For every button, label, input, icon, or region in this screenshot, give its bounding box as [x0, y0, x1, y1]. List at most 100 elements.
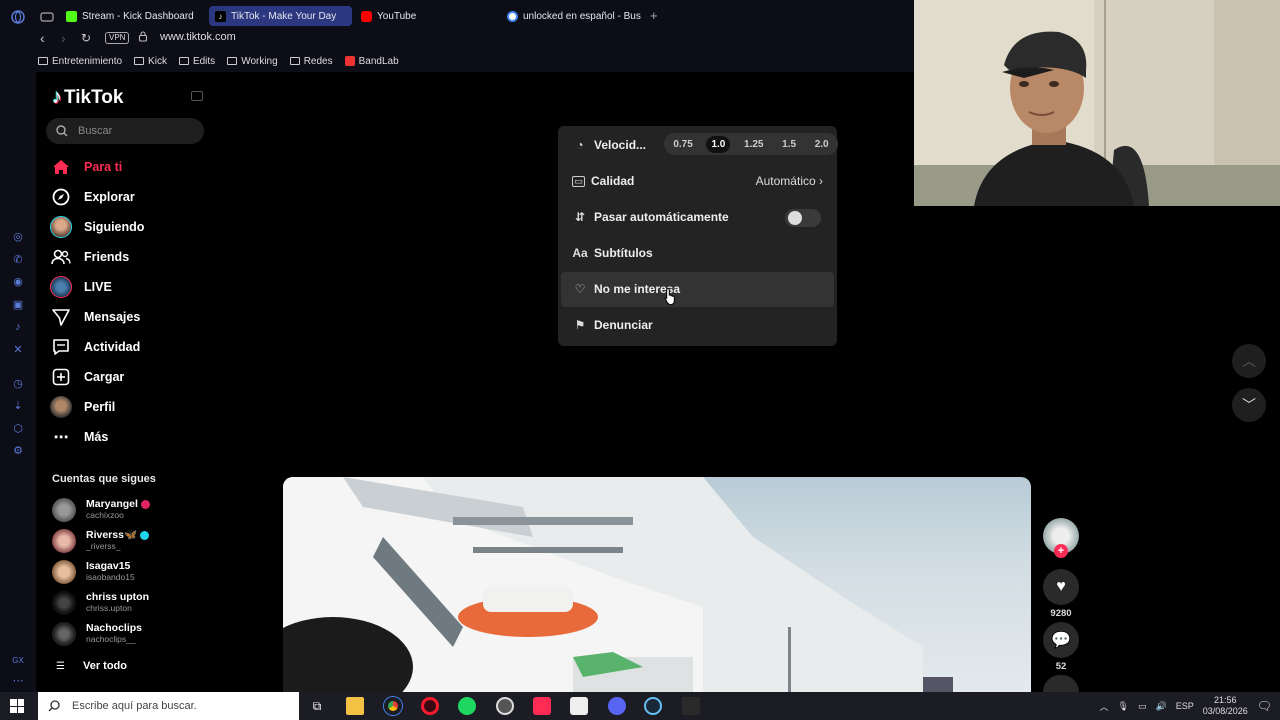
spotify-icon[interactable]	[458, 697, 476, 715]
speed-option[interactable]: 1.5	[777, 136, 801, 153]
bookmark-kick[interactable]: Kick	[134, 53, 167, 69]
quality-row[interactable]: ▭ Calidad Automático ›	[572, 166, 823, 196]
gx-icon[interactable]: GX	[11, 654, 25, 668]
creator-avatar-button[interactable]: +	[1043, 518, 1079, 558]
avatar	[50, 396, 72, 418]
extensions-icon[interactable]: ⬡	[11, 422, 25, 436]
nav-perfil[interactable]: Perfil	[50, 395, 115, 419]
account-item[interactable]: Nachoclips nachoclips__	[52, 621, 142, 647]
history-icon[interactable]: ◷	[11, 377, 25, 391]
obs-icon[interactable]	[496, 697, 514, 715]
tiktok-app-icon[interactable]	[533, 697, 551, 715]
nav-label: Actividad	[84, 340, 141, 354]
video-player[interactable]	[283, 477, 1031, 692]
task-view-icon[interactable]: ⧉	[308, 697, 326, 715]
subtitles-row[interactable]: Aa Subtítulos	[572, 238, 823, 268]
autoscroll-toggle[interactable]	[785, 209, 821, 227]
discord-icon[interactable]: ◉	[11, 275, 25, 289]
chrome-icon[interactable]	[384, 697, 402, 715]
avatar	[52, 529, 76, 553]
tiktok-logo[interactable]: ♪ TikTok	[52, 86, 123, 109]
windows-start-icon[interactable]	[10, 699, 24, 713]
epic-games-icon[interactable]	[682, 697, 700, 715]
instagram-icon[interactable]: ▣	[11, 298, 25, 312]
tab-manager-icon[interactable]	[40, 10, 54, 24]
nav-actividad[interactable]: Actividad	[50, 335, 140, 359]
vpn-badge[interactable]: VPN	[105, 32, 130, 44]
tiktok-icon[interactable]: ♪	[11, 320, 25, 334]
opera-gx-icon[interactable]	[421, 697, 439, 715]
tab-tiktok[interactable]: ♪ TikTok - Make Your Day	[209, 6, 352, 26]
follow-plus-icon[interactable]: +	[1054, 544, 1068, 558]
taskbar-search[interactable]	[38, 692, 299, 720]
next-video-button[interactable]: ﹀	[1232, 388, 1266, 422]
account-item[interactable]: Riverss🦋 _riverss_	[52, 528, 150, 554]
network-icon[interactable]: ▭	[1138, 701, 1147, 712]
nav-label: LIVE	[84, 280, 112, 294]
tab-youtube[interactable]: YouTube	[355, 6, 495, 26]
comment-button[interactable]: 💬 52	[1043, 622, 1079, 672]
microphone-icon[interactable]: 🎙	[1118, 701, 1129, 712]
nav-siguiendo[interactable]: Siguiendo	[50, 215, 144, 239]
clock[interactable]: 21:56 03/08/2026	[1203, 695, 1248, 717]
kick-icon	[66, 10, 77, 22]
see-all-link[interactable]: ☰ Ver todo	[56, 660, 127, 672]
bookmark-edits[interactable]: Edits	[178, 53, 216, 69]
capcut-icon[interactable]	[570, 697, 588, 715]
avatar	[52, 591, 76, 615]
speed-option-selected[interactable]: 1.0	[706, 135, 731, 153]
report-row[interactable]: ⚑ Denunciar	[572, 310, 823, 340]
speed-option[interactable]: 2.0	[810, 136, 834, 153]
download-icon[interactable]: ⇣	[11, 399, 25, 413]
search-input[interactable]	[76, 124, 196, 138]
previous-video-button[interactable]: ︿	[1232, 344, 1266, 378]
speed-option[interactable]: 0.75	[668, 136, 697, 153]
opera-logo-icon[interactable]	[11, 10, 25, 24]
chevron-up-icon: ︿	[1242, 353, 1256, 369]
account-item[interactable]: Isagav15 isaobando15	[52, 559, 135, 585]
nav-para-ti[interactable]: Para ti	[50, 155, 122, 179]
settings-gear-icon[interactable]: ⚙	[11, 444, 25, 458]
nav-explorar[interactable]: Explorar	[50, 185, 135, 209]
collapse-sidebar-icon[interactable]	[191, 91, 203, 101]
forward-icon[interactable]: ›	[61, 30, 66, 46]
nav-mas[interactable]: ⋯ Más	[50, 425, 109, 449]
speed-option[interactable]: 1.25	[739, 136, 768, 153]
discord-app-icon[interactable]	[608, 697, 626, 715]
taskbar-search-input[interactable]	[70, 699, 290, 713]
url-text[interactable]: www.tiktok.com	[160, 31, 236, 43]
bookmark-label: Edits	[192, 55, 216, 67]
x-icon[interactable]: ✕	[11, 343, 25, 357]
like-button[interactable]: ♥ 9280	[1043, 569, 1079, 619]
avatar	[52, 560, 76, 584]
file-explorer-icon[interactable]	[346, 697, 364, 715]
reload-icon[interactable]: ↻	[81, 30, 91, 46]
bookmark-bandlab[interactable]: BandLab	[344, 53, 399, 69]
bookmark-redes[interactable]: Redes	[289, 53, 333, 69]
volume-icon[interactable]: 🔊	[1155, 701, 1166, 712]
chevron-up-icon[interactable]: ︿	[1100, 700, 1109, 713]
nav-cargar[interactable]: Cargar	[50, 365, 124, 389]
account-name: Riverss🦋	[86, 529, 138, 541]
nav-mensajes[interactable]: Mensajes	[50, 305, 140, 329]
language-indicator[interactable]: ESP	[1176, 701, 1194, 711]
search-box[interactable]	[46, 118, 204, 144]
bookmark-button[interactable]	[1043, 675, 1079, 692]
tab-google-search[interactable]: unlocked en español - Bus	[501, 6, 643, 26]
steam-icon[interactable]	[644, 697, 662, 715]
tab-kick-dashboard[interactable]: Stream - Kick Dashboard	[60, 6, 202, 26]
aria-icon[interactable]: ◎	[11, 230, 25, 244]
bookmark-working[interactable]: Working	[227, 53, 278, 69]
back-icon[interactable]: ‹	[40, 30, 45, 46]
nav-live[interactable]: LIVE	[50, 275, 112, 299]
whatsapp-icon[interactable]: ✆	[11, 253, 25, 267]
bookmark-entretenimiento[interactable]: Entretenimiento	[38, 53, 122, 69]
more-icon[interactable]: ⋯	[11, 674, 25, 688]
account-item[interactable]: chriss upton chriss.upton	[52, 590, 149, 616]
nav-friends[interactable]: Friends	[50, 245, 129, 269]
notifications-icon[interactable]: 🗨	[1257, 699, 1272, 713]
account-item[interactable]: Maryangel cachixzoo	[52, 497, 150, 523]
new-tab-button[interactable]: +	[650, 9, 658, 22]
not-interested-row[interactable]: ♡ No me interesa	[572, 274, 823, 304]
chevron-down-icon: ﹀	[1242, 397, 1256, 413]
